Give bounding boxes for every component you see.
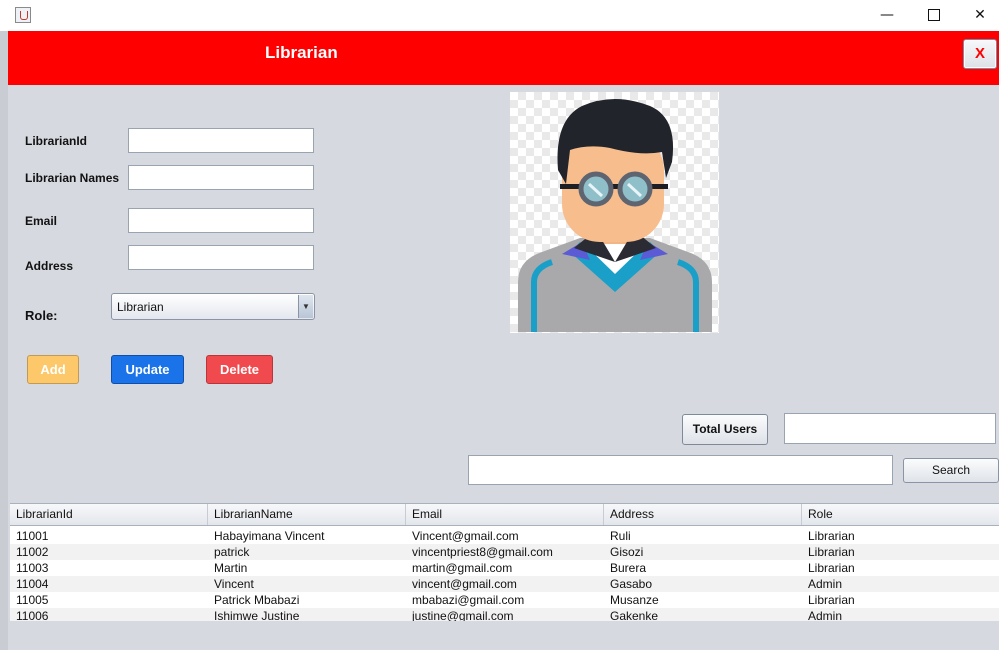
table-cell: Librarian bbox=[808, 529, 855, 543]
table-cell: Burera bbox=[610, 561, 647, 575]
table-cell: Vincent bbox=[214, 577, 254, 591]
table-cell: Habayimana Vincent bbox=[214, 529, 325, 543]
table-row[interactable]: 11003 Martin martin@gmail.com Burera Lib… bbox=[10, 560, 999, 576]
table-cell: Librarian bbox=[808, 561, 855, 575]
table-cell: patrick bbox=[214, 545, 250, 559]
table-cell: 11005 bbox=[16, 593, 49, 607]
table-cell: Martin bbox=[214, 561, 248, 575]
column-header-librarianid[interactable]: LibrarianId bbox=[10, 504, 208, 525]
column-header-email[interactable]: Email bbox=[406, 504, 604, 525]
table-cell: vincentpriest8@gmail.com bbox=[412, 545, 553, 559]
table-cell: Vincent@gmail.com bbox=[412, 529, 519, 543]
table-cell: Musanze bbox=[610, 593, 659, 607]
table-cell: 11003 bbox=[16, 561, 49, 575]
maximize-icon[interactable] bbox=[911, 0, 957, 31]
table-cell: Patrick Mbabazi bbox=[214, 593, 300, 607]
librarian-names-field[interactable] bbox=[128, 165, 314, 190]
table-row[interactable]: 11001 Habayimana Vincent Vincent@gmail.c… bbox=[10, 528, 999, 544]
role-select[interactable]: Librarian ▼ bbox=[111, 293, 315, 320]
librarians-table[interactable]: LibrarianId LibrarianName Email Address … bbox=[10, 503, 999, 624]
search-button[interactable]: Search bbox=[903, 458, 999, 483]
address-field[interactable] bbox=[128, 245, 314, 270]
table-cell: Librarian bbox=[808, 593, 855, 607]
total-users-field[interactable] bbox=[784, 413, 996, 444]
table-cell: Admin bbox=[808, 577, 843, 591]
minimize-icon[interactable]: — bbox=[864, 0, 910, 31]
delete-button[interactable]: Delete bbox=[206, 355, 273, 384]
chevron-down-icon[interactable]: ▼ bbox=[298, 295, 313, 318]
table-row[interactable]: 11002 patrick vincentpriest8@gmail.com G… bbox=[10, 544, 999, 560]
table-cell: Gasabo bbox=[610, 577, 653, 591]
table-cell: 11002 bbox=[16, 545, 49, 559]
header-bar: Librarian X bbox=[8, 31, 999, 85]
role-select-value: Librarian bbox=[117, 300, 164, 314]
column-header-librarianname[interactable]: LibrarianName bbox=[208, 504, 406, 525]
total-users-button[interactable]: Total Users bbox=[682, 414, 768, 445]
header-close-button[interactable]: X bbox=[963, 39, 997, 69]
table-cell: Librarian bbox=[808, 545, 855, 559]
table-cell: 11001 bbox=[16, 529, 49, 543]
librarian-avatar-icon bbox=[510, 92, 719, 333]
table-header: LibrarianId LibrarianName Email Address … bbox=[10, 504, 999, 526]
address-label: Address bbox=[25, 259, 74, 273]
table-cell: Ruli bbox=[610, 529, 631, 543]
page-title: Librarian bbox=[265, 43, 338, 62]
search-input[interactable] bbox=[468, 455, 893, 485]
table-cell: martin@gmail.com bbox=[412, 561, 513, 575]
table-cell: 11004 bbox=[16, 577, 49, 591]
update-button[interactable]: Update bbox=[111, 355, 184, 384]
librarian-id-label: LibrarianId bbox=[25, 134, 88, 148]
table-body: 11001 Habayimana Vincent Vincent@gmail.c… bbox=[10, 526, 999, 624]
librarian-id-field[interactable] bbox=[128, 128, 314, 153]
table-empty-area bbox=[10, 621, 999, 650]
role-label: Role: bbox=[25, 308, 58, 323]
table-cell: vincent@gmail.com bbox=[412, 577, 517, 591]
email-field[interactable] bbox=[128, 208, 314, 233]
table-row[interactable]: 11005 Patrick Mbabazi mbabazi@gmail.com … bbox=[10, 592, 999, 608]
window-left-edge bbox=[0, 31, 8, 650]
add-button[interactable]: Add bbox=[27, 355, 79, 384]
column-header-address[interactable]: Address bbox=[604, 504, 802, 525]
java-app-icon bbox=[15, 7, 31, 23]
close-icon[interactable]: ✕ bbox=[957, 0, 999, 31]
window-titlebar: — ✕ bbox=[0, 0, 999, 32]
librarian-names-label: Librarian Names bbox=[25, 171, 120, 185]
table-cell: Gisozi bbox=[610, 545, 644, 559]
email-label: Email bbox=[25, 214, 58, 228]
table-cell: mbabazi@gmail.com bbox=[412, 593, 525, 607]
column-header-role[interactable]: Role bbox=[802, 504, 999, 525]
table-row[interactable]: 11004 Vincent vincent@gmail.com Gasabo A… bbox=[10, 576, 999, 592]
